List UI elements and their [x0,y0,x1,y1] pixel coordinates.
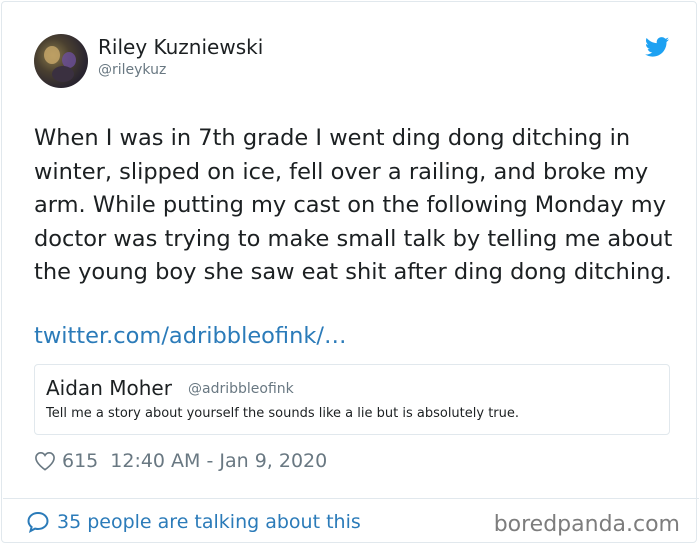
author-name[interactable]: Riley Kuzniewski [98,35,263,59]
quoted-author-name: Aidan Moher [46,376,172,400]
tweet-text: When I was in 7th grade I went ding dong… [34,125,673,285]
watermark: boredpanda.com [493,512,680,537]
quoted-tweet[interactable]: Aidan Moher @adribbleofink Tell me a sto… [34,364,670,435]
quoted-tweet-text: Tell me a story about yourself the sound… [46,406,520,421]
quoted-author-handle: @adribbleofink [188,381,294,397]
author-handle[interactable]: @rileykuz [98,62,166,78]
twitter-bird-icon[interactable] [645,37,669,57]
like-count[interactable]: 615 [62,450,98,472]
heart-icon[interactable] [34,451,56,471]
tweet-link[interactable]: twitter.com/adribbleofink/… [34,320,346,354]
tweet-card: Riley Kuzniewski @rileykuz When I was in… [1,1,699,543]
speech-bubble-icon [27,511,49,533]
timestamp[interactable]: 12:40 AM - Jan 9, 2020 [110,450,327,472]
conversation-link[interactable]: 35 people are talking about this [26,510,361,534]
tweet-meta: 615 12:40 AM - Jan 9, 2020 [34,447,327,475]
conversation-label: 35 people are talking about this [57,511,361,533]
divider [3,498,699,499]
avatar[interactable] [34,34,88,88]
